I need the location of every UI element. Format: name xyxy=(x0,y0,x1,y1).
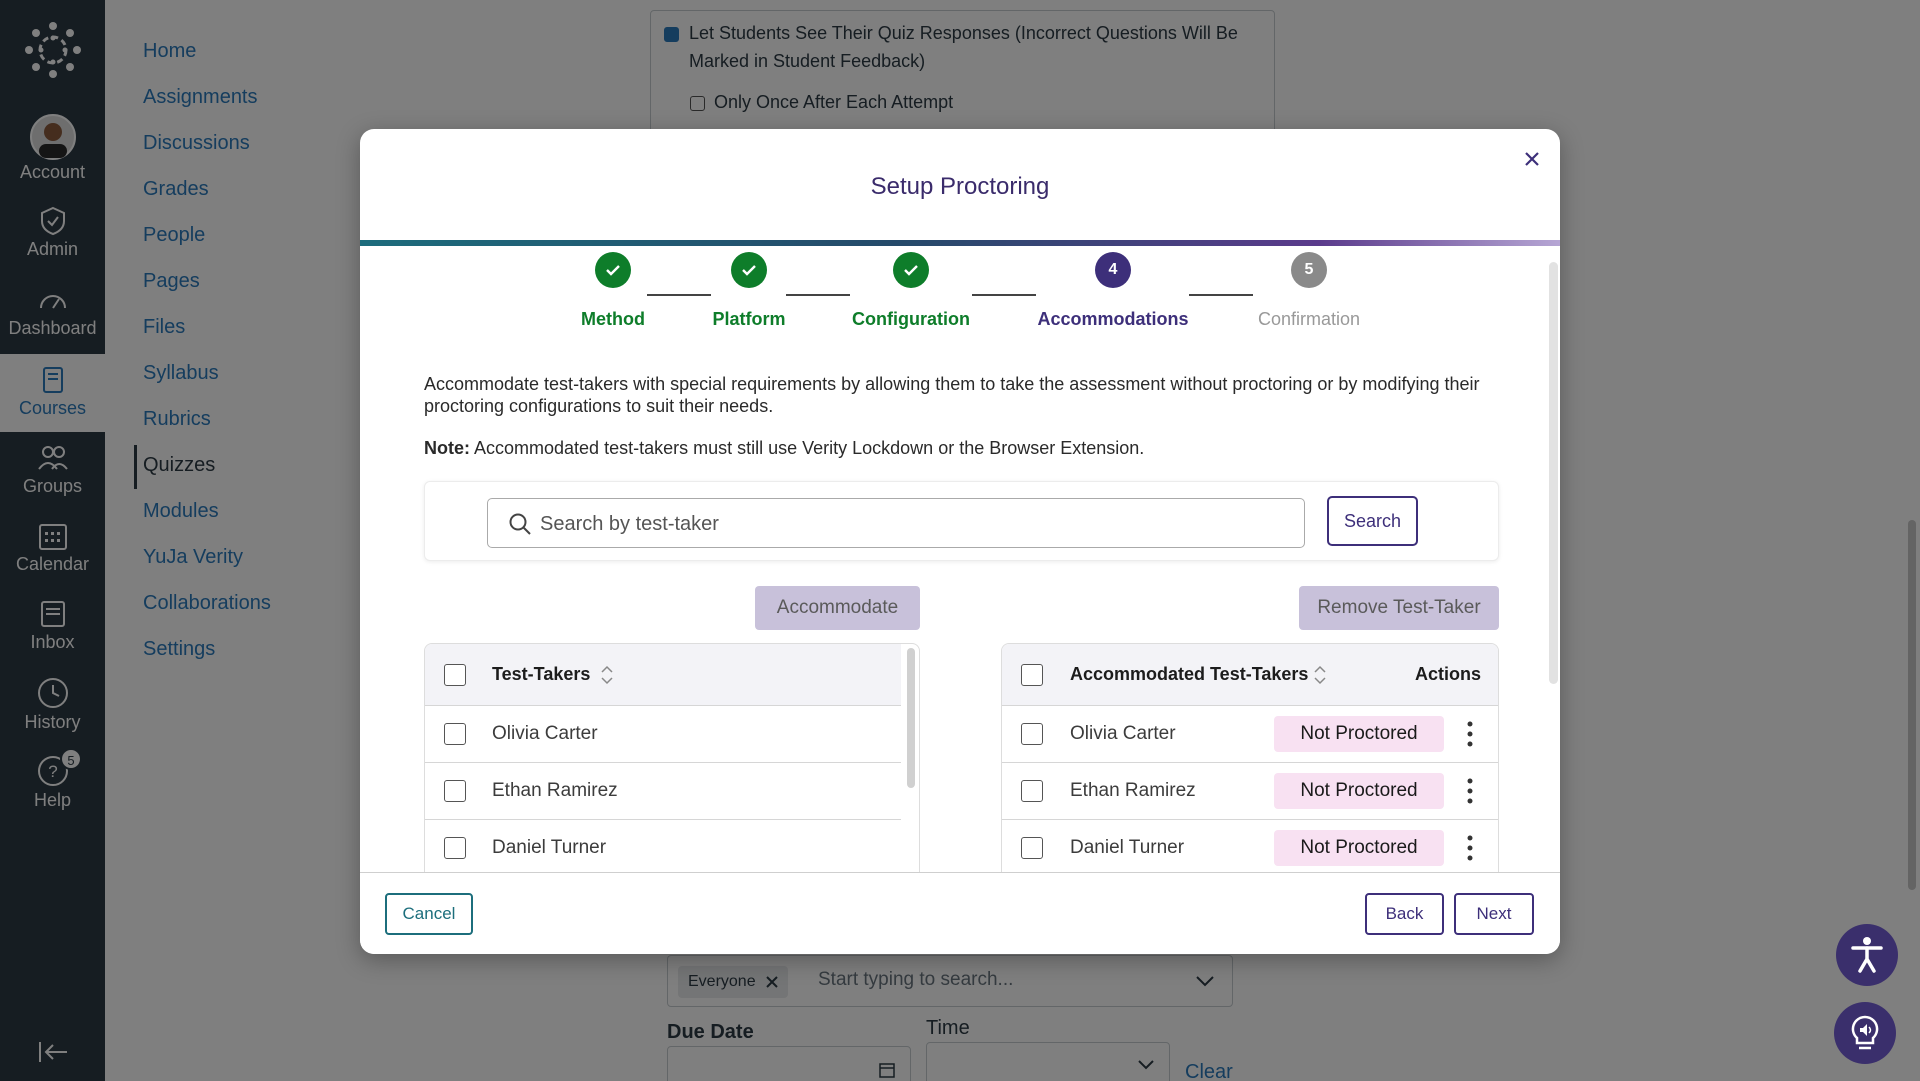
table-row[interactable]: Daniel Turner Not Proctored xyxy=(1002,820,1498,877)
next-button[interactable]: Next xyxy=(1454,893,1534,935)
lightbulb-speaker-icon xyxy=(1851,1015,1879,1050)
test-taker-name: Olivia Carter xyxy=(1070,723,1176,744)
accommodate-button[interactable]: Accommodate xyxy=(755,586,920,630)
step-connector xyxy=(647,294,711,296)
note-text: Accommodated test-takers must still use … xyxy=(470,438,1145,458)
sort-icon[interactable] xyxy=(1313,664,1327,686)
actions-header: Actions xyxy=(1415,664,1482,684)
test-taker-name: Ethan Ramirez xyxy=(492,780,618,801)
search-button[interactable]: Search xyxy=(1327,496,1418,546)
cancel-button[interactable]: Cancel xyxy=(385,893,473,935)
step-connector xyxy=(972,294,1036,296)
search-field[interactable] xyxy=(487,498,1305,548)
table-scrollbar-thumb[interactable] xyxy=(907,648,915,788)
table-header: Test-Takers xyxy=(425,644,901,706)
step-platform-label: Platform xyxy=(712,309,786,329)
table-row[interactable]: Ethan Ramirez xyxy=(425,763,901,820)
check-icon xyxy=(742,265,756,276)
close-icon[interactable] xyxy=(1518,145,1546,173)
step-accommodations-label: Accommodations xyxy=(1037,309,1189,329)
table-row[interactable]: Ethan Ramirez Not Proctored xyxy=(1002,763,1498,820)
step-configuration-label: Configuration xyxy=(852,309,970,329)
row-checkbox[interactable] xyxy=(444,837,466,859)
search-panel: Search xyxy=(424,481,1499,561)
dialog-footer: Cancel Back Next xyxy=(360,872,1560,954)
table-row[interactable]: Olivia Carter xyxy=(425,706,901,763)
step-configuration-circle xyxy=(893,252,929,288)
step-method-label: Method xyxy=(581,309,645,329)
accommodations-note: Note: Accommodated test-takers must stil… xyxy=(424,437,1504,459)
accessibility-button[interactable] xyxy=(1836,924,1898,986)
test-taker-name: Ethan Ramirez xyxy=(1070,780,1196,801)
test-taker-name: Daniel Turner xyxy=(1070,837,1185,858)
row-checkbox[interactable] xyxy=(1021,780,1043,802)
more-options-icon[interactable] xyxy=(1462,718,1478,750)
select-all-checkbox[interactable] xyxy=(444,664,466,686)
dialog-title: Setup Proctoring xyxy=(870,173,1050,200)
check-icon xyxy=(904,265,918,276)
table-header: Accommodated Test-Takers Actions xyxy=(1002,644,1498,706)
dialog-scrollbar-thumb[interactable] xyxy=(1549,262,1558,684)
assistant-button[interactable] xyxy=(1834,1002,1896,1064)
test-taker-name: Olivia Carter xyxy=(492,723,598,744)
row-checkbox[interactable] xyxy=(444,780,466,802)
remove-test-taker-button[interactable]: Remove Test-Taker xyxy=(1299,586,1499,630)
row-checkbox[interactable] xyxy=(444,723,466,745)
test-taker-name: Daniel Turner xyxy=(492,837,607,858)
setup-proctoring-dialog: Setup Proctoring Method Platform Configu… xyxy=(360,129,1560,954)
more-options-icon[interactable] xyxy=(1462,775,1478,807)
accommodated-test-takers-table: Accommodated Test-Takers Actions Olivia … xyxy=(1001,643,1499,883)
back-button[interactable]: Back xyxy=(1365,893,1444,935)
step-connector xyxy=(786,294,850,296)
sort-icon[interactable] xyxy=(600,664,614,686)
search-icon xyxy=(509,513,531,535)
status-badge: Not Proctored xyxy=(1274,716,1444,752)
table-row[interactable]: Daniel Turner xyxy=(425,820,901,877)
accommodated-header: Accommodated Test-Takers xyxy=(1070,664,1309,684)
table-row[interactable]: Olivia Carter Not Proctored xyxy=(1002,706,1498,763)
status-badge: Not Proctored xyxy=(1274,830,1444,866)
more-options-icon[interactable] xyxy=(1462,832,1478,864)
accessibility-icon xyxy=(1851,937,1883,973)
select-all-checkbox[interactable] xyxy=(1021,664,1043,686)
accommodations-description: Accommodate test-takers with special req… xyxy=(424,374,1480,416)
step-platform-circle xyxy=(731,252,767,288)
step-method-circle xyxy=(595,252,631,288)
step-connector xyxy=(1189,294,1253,296)
check-icon xyxy=(606,265,620,276)
test-takers-table: Test-Takers Olivia Carter Ethan Ramirez … xyxy=(424,643,920,883)
search-input[interactable] xyxy=(540,509,1280,539)
row-checkbox[interactable] xyxy=(1021,723,1043,745)
note-label: Note: xyxy=(424,438,470,458)
step-confirmation-circle: 5 xyxy=(1291,252,1327,288)
step-accommodations-circle: 4 xyxy=(1095,252,1131,288)
test-takers-header: Test-Takers xyxy=(492,664,591,684)
header-divider xyxy=(360,240,1560,246)
status-badge: Not Proctored xyxy=(1274,773,1444,809)
row-checkbox[interactable] xyxy=(1021,837,1043,859)
step-confirmation-label: Confirmation xyxy=(1257,309,1361,329)
